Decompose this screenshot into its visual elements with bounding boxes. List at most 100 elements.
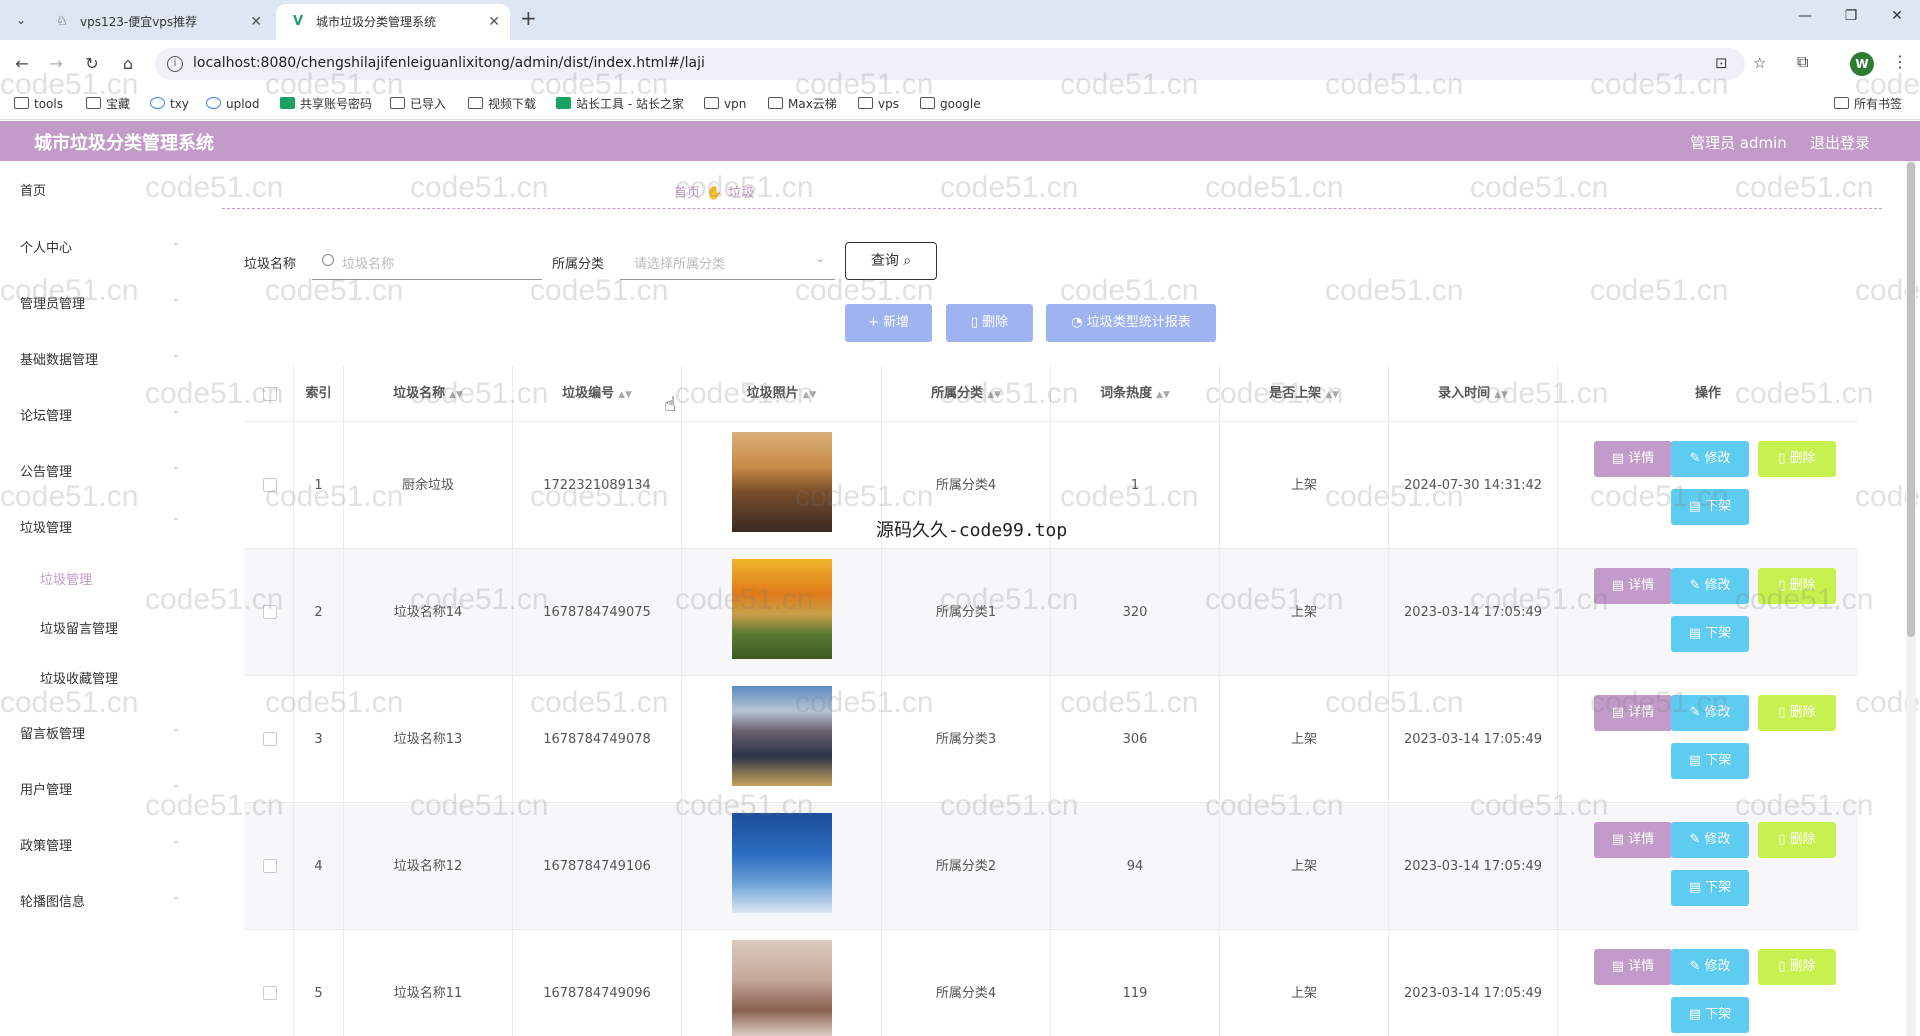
minimize-icon[interactable]: —: [1790, 8, 1820, 24]
garbage-photo[interactable]: [732, 559, 832, 659]
browser-tab-vps123[interactable]: ♘ vps123-便宜vps推荐 ✕: [40, 4, 272, 40]
new-tab-plus-icon[interactable]: +: [520, 6, 537, 30]
batch-delete-button[interactable]: ▯ 删除: [946, 304, 1033, 342]
garbage-photo[interactable]: [732, 813, 832, 913]
select-all-checkbox[interactable]: [263, 387, 277, 401]
detail-button[interactable]: ▤ 详情: [1594, 441, 1672, 477]
sidebar-subitem-garbage-messages[interactable]: 垃圾留言管理: [40, 618, 118, 637]
detail-button[interactable]: ▤ 详情: [1594, 568, 1672, 604]
sidebar-item-home[interactable]: 首页: [20, 180, 180, 199]
header-shelf[interactable]: 是否上架 ▲▼: [1220, 366, 1389, 422]
bookmark-chinaz[interactable]: 站长工具 - 站长之家: [556, 95, 684, 113]
breadcrumb-home[interactable]: 首页: [674, 186, 700, 201]
header-category[interactable]: 所属分类 ▲▼: [882, 366, 1051, 422]
detail-button[interactable]: ▤ 详情: [1594, 949, 1672, 985]
home-icon[interactable]: ⌂: [116, 52, 140, 76]
delete-button[interactable]: ▯ 删除: [1758, 568, 1836, 604]
reload-icon[interactable]: ↻: [80, 52, 104, 76]
header-name[interactable]: 垃圾名称 ▲▼: [344, 366, 513, 422]
unshelve-button[interactable]: ▤ 下架: [1671, 997, 1749, 1033]
edit-button[interactable]: ✎ 修改: [1671, 568, 1749, 604]
bookmark-video-download[interactable]: 视频下载: [468, 95, 536, 113]
browser-tab-app[interactable]: V 城市垃圾分类管理系统 ✕: [276, 4, 510, 40]
bookmark-imported[interactable]: 已导入: [390, 95, 446, 113]
bookmark-max[interactable]: Max云梯: [768, 95, 837, 113]
bookmark-txy[interactable]: txy: [150, 95, 189, 113]
header-select-all[interactable]: [244, 366, 294, 422]
forward-arrow-icon[interactable]: →: [44, 52, 68, 76]
garbage-photo[interactable]: [732, 686, 832, 786]
bookmark-shared-accounts[interactable]: 共享账号密码: [280, 95, 372, 113]
header-photo[interactable]: 垃圾照片 ▲▼: [682, 366, 882, 422]
stats-report-button[interactable]: ◔ 垃圾类型统计报表: [1046, 304, 1216, 342]
unshelve-button[interactable]: ▤ 下架: [1671, 870, 1749, 906]
restore-icon[interactable]: ❐: [1836, 8, 1866, 24]
header-heat[interactable]: 词条热度 ▲▼: [1051, 366, 1220, 422]
name-search-input[interactable]: 垃圾名称: [312, 246, 542, 280]
header-time[interactable]: 录入时间 ▲▼: [1389, 366, 1558, 422]
row-checkbox[interactable]: [263, 859, 277, 873]
all-bookmarks[interactable]: 所有书签: [1834, 95, 1902, 113]
detail-button[interactable]: ▤ 详情: [1594, 695, 1672, 731]
bookmark-uplod[interactable]: uplod: [206, 95, 260, 113]
edit-button[interactable]: ✎ 修改: [1671, 949, 1749, 985]
screenshot-icon[interactable]: ⊡: [1715, 54, 1728, 72]
extensions-puzzle-icon[interactable]: ⧉: [1797, 52, 1808, 72]
sidebar-item-carousel[interactable]: 轮播图信息 ⌄: [20, 891, 180, 910]
delete-button[interactable]: ▯ 删除: [1758, 441, 1836, 477]
sort-icon[interactable]: ▲▼: [449, 390, 463, 400]
site-info-icon[interactable]: i: [167, 56, 183, 72]
tab-close-icon[interactable]: ✕: [250, 4, 262, 40]
sort-icon[interactable]: ▲▼: [1494, 390, 1508, 400]
sidebar-item-message-board[interactable]: 留言板管理 ⌄: [20, 723, 180, 742]
unshelve-button[interactable]: ▤ 下架: [1671, 616, 1749, 652]
url-bar[interactable]: i localhost:8080/chengshilajifenleiguanl…: [155, 48, 1766, 80]
query-button[interactable]: 查询 ⌕: [845, 242, 937, 280]
tab-list-chevron-icon[interactable]: ⌄: [10, 9, 32, 31]
sidebar-item-admins[interactable]: 管理员管理 ⌄: [20, 293, 180, 312]
menu-dots-icon[interactable]: ⋮: [1892, 52, 1908, 71]
row-checkbox[interactable]: [263, 478, 277, 492]
delete-button[interactable]: ▯ 删除: [1758, 949, 1836, 985]
sidebar-item-basic-data[interactable]: 基础数据管理 ⌄: [20, 349, 180, 368]
row-checkbox[interactable]: [263, 732, 277, 746]
edit-button[interactable]: ✎ 修改: [1671, 695, 1749, 731]
add-button[interactable]: + 新增: [845, 304, 932, 342]
row-checkbox[interactable]: [263, 986, 277, 1000]
sort-icon[interactable]: ▲▼: [987, 390, 1001, 400]
profile-avatar[interactable]: W: [1850, 52, 1874, 76]
back-arrow-icon[interactable]: ←: [10, 52, 34, 76]
garbage-photo[interactable]: [732, 432, 832, 532]
sort-icon[interactable]: ▲▼: [803, 390, 817, 400]
sort-icon[interactable]: ▲▼: [618, 390, 632, 400]
edit-button[interactable]: ✎ 修改: [1671, 822, 1749, 858]
delete-button[interactable]: ▯ 删除: [1758, 695, 1836, 731]
sidebar-item-garbage[interactable]: 垃圾管理 ⌃: [20, 517, 180, 536]
header-code[interactable]: 垃圾编号 ▲▼: [513, 366, 682, 422]
bookmark-google[interactable]: google: [920, 95, 981, 113]
url-text[interactable]: localhost:8080/chengshilajifenleiguanlix…: [193, 55, 705, 71]
sort-icon[interactable]: ▲▼: [1325, 390, 1339, 400]
sidebar-item-users[interactable]: 用户管理 ⌄: [20, 779, 180, 798]
sort-icon[interactable]: ▲▼: [1156, 390, 1170, 400]
sidebar-subitem-garbage[interactable]: 垃圾管理: [40, 569, 92, 588]
detail-button[interactable]: ▤ 详情: [1594, 822, 1672, 858]
unshelve-button[interactable]: ▤ 下架: [1671, 743, 1749, 779]
bookmark-star-icon[interactable]: ☆: [1753, 54, 1766, 72]
bookmark-vpn[interactable]: vpn: [704, 95, 746, 113]
logout-link[interactable]: 退出登录: [1810, 132, 1870, 153]
tab-close-icon[interactable]: ✕: [488, 4, 500, 40]
category-select[interactable]: 请选择所属分类 ⌄: [620, 246, 835, 280]
edit-button[interactable]: ✎ 修改: [1671, 441, 1749, 477]
sidebar-item-forum[interactable]: 论坛管理 ⌄: [20, 405, 180, 424]
delete-button[interactable]: ▯ 删除: [1758, 822, 1836, 858]
bookmark-vps[interactable]: vps: [858, 95, 899, 113]
scrollbar-thumb[interactable]: [1907, 162, 1915, 637]
sidebar-item-notices[interactable]: 公告管理 ⌄: [20, 461, 180, 480]
bookmark-baozang[interactable]: 宝藏: [86, 95, 130, 113]
sidebar-item-profile[interactable]: 个人中心 ⌄: [20, 237, 180, 256]
unshelve-button[interactable]: ▤ 下架: [1671, 489, 1749, 525]
garbage-photo[interactable]: [732, 940, 832, 1036]
bookmark-tools[interactable]: tools: [14, 95, 63, 113]
sidebar-item-policy[interactable]: 政策管理 ⌄: [20, 835, 180, 854]
